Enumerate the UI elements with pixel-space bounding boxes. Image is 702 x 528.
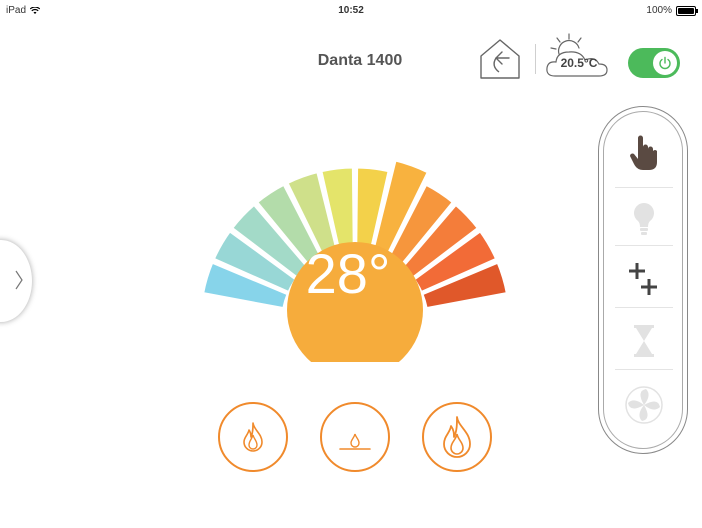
manual-hand-icon (630, 135, 657, 170)
fan-mode-button[interactable] (609, 375, 679, 435)
chevron-right-icon (15, 270, 23, 290)
manual-mode-button[interactable] (609, 123, 679, 183)
panel-separator (615, 369, 673, 370)
header-divider (535, 44, 536, 74)
power-toggle[interactable] (628, 48, 680, 78)
clock: 10:52 (338, 5, 364, 16)
weather-icon (546, 33, 608, 77)
device-title: Danta 1400 (317, 52, 403, 69)
battery-percent: 100% (646, 5, 672, 16)
toggle-knob (653, 51, 677, 75)
outdoor-temperature: 20.5°C (560, 56, 598, 70)
small-flame-icon (339, 433, 371, 450)
side-menu-tab[interactable] (0, 240, 32, 322)
away-home-button[interactable] (477, 36, 523, 82)
flame-icon (243, 422, 263, 452)
heat-mode-medium-button[interactable] (218, 402, 288, 472)
hourglass-icon (634, 325, 654, 357)
lightbulb-icon (634, 203, 654, 235)
plus-plus-icon (629, 263, 657, 295)
status-right: 100% (646, 5, 698, 16)
program-mode-button[interactable] (609, 249, 679, 309)
panel-separator (615, 245, 673, 246)
heat-mode-low-button[interactable] (320, 402, 390, 472)
home-arrow-icon (480, 39, 520, 79)
mode-panel (598, 106, 688, 454)
battery-fill (678, 7, 694, 14)
timer-mode-button[interactable] (609, 311, 679, 371)
status-bar: iPad 10:52 100% (0, 0, 702, 20)
light-mode-button[interactable] (609, 189, 679, 249)
large-flame-icon (443, 416, 471, 458)
battery-icon (676, 5, 698, 16)
power-icon (659, 56, 671, 70)
panel-separator (615, 187, 673, 188)
heat-mode-high-button[interactable] (422, 402, 492, 472)
panel-separator (615, 307, 673, 308)
fan-icon (625, 386, 663, 424)
set-temperature: 28° (305, 242, 391, 305)
